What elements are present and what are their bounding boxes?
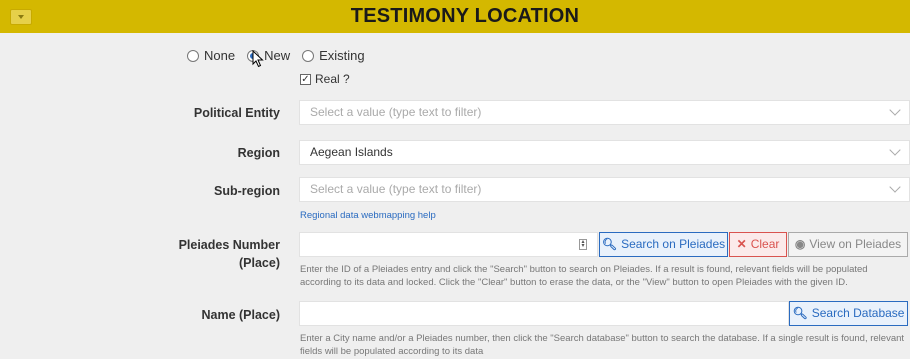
search-icon: 🔍︎ [792, 306, 808, 320]
radio-label: New [264, 48, 291, 63]
view-pleiades-label: View on Pleiades [809, 237, 902, 251]
name-place-input[interactable] [299, 301, 789, 326]
search-database-button[interactable]: 🔍︎ Search Database [789, 301, 908, 326]
clear-label: Clear [750, 237, 780, 251]
section-header: TESTIMONY LOCATION [0, 0, 910, 33]
regional-webmapping-help-link[interactable]: Regional data webmapping help [300, 210, 436, 221]
number-spinner-icon[interactable]: ▴ ▾ [579, 239, 587, 250]
real-checkbox-label: Real ? [315, 72, 350, 86]
radio-label: None [204, 48, 236, 63]
view-pleiades-button[interactable]: ◉ View on Pleiades [788, 232, 908, 257]
search-pleiades-label: Search on Pleiades [621, 237, 726, 251]
pleiades-label-line2: (Place) [239, 256, 280, 270]
close-icon: ✕ [736, 237, 747, 251]
name-place-help-text: Enter a City name and/or a Pleiades numb… [300, 333, 905, 357]
checkmark-icon: ✓ [300, 73, 311, 85]
chevron-down-icon [889, 181, 901, 193]
radio-circle-icon [187, 49, 199, 62]
radio-existing[interactable]: Existing [302, 48, 365, 63]
subregion-label: Sub-region [214, 184, 280, 198]
eye-icon: ◉ [794, 237, 806, 251]
political-entity-select[interactable]: Select a value (type text to filter) [299, 100, 910, 125]
section-title: TESTIMONY LOCATION [350, 5, 580, 27]
subregion-placeholder: Select a value (type text to filter) [310, 182, 482, 196]
pleiades-label-line1: Pleiades Number [178, 238, 280, 252]
region-value: Aegean Islands [310, 145, 393, 159]
chevron-down-icon [889, 144, 901, 156]
search-icon: 🔍︎ [601, 237, 618, 251]
radio-none[interactable]: None [187, 48, 235, 63]
mouse-cursor-icon [252, 50, 264, 68]
pleiades-number-label: Pleiades Number (Place) [0, 238, 280, 270]
region-select[interactable]: Aegean Islands [299, 140, 910, 165]
search-pleiades-button[interactable]: 🔍︎ Search on Pleiades [599, 232, 728, 257]
real-checkbox[interactable]: ✓ Real ? [300, 72, 350, 86]
name-place-label: Name (Place) [201, 308, 280, 322]
pleiades-help-text: Enter the ID of a Pleiades entry and cli… [300, 264, 868, 288]
chevron-down-icon [889, 104, 901, 116]
location-mode-radios: None New Existing [187, 48, 377, 63]
clear-button[interactable]: ✕ Clear [729, 232, 787, 257]
pleiades-number-input[interactable]: ▴ ▾ [299, 232, 598, 257]
subregion-select[interactable]: Select a value (type text to filter) [299, 177, 910, 202]
radio-label: Existing [319, 48, 365, 63]
political-entity-label: Political Entity [193, 106, 280, 120]
political-entity-placeholder: Select a value (type text to filter) [310, 105, 482, 119]
search-database-label: Search Database [811, 306, 905, 320]
region-label: Region [237, 146, 280, 160]
radio-circle-icon [302, 49, 315, 62]
